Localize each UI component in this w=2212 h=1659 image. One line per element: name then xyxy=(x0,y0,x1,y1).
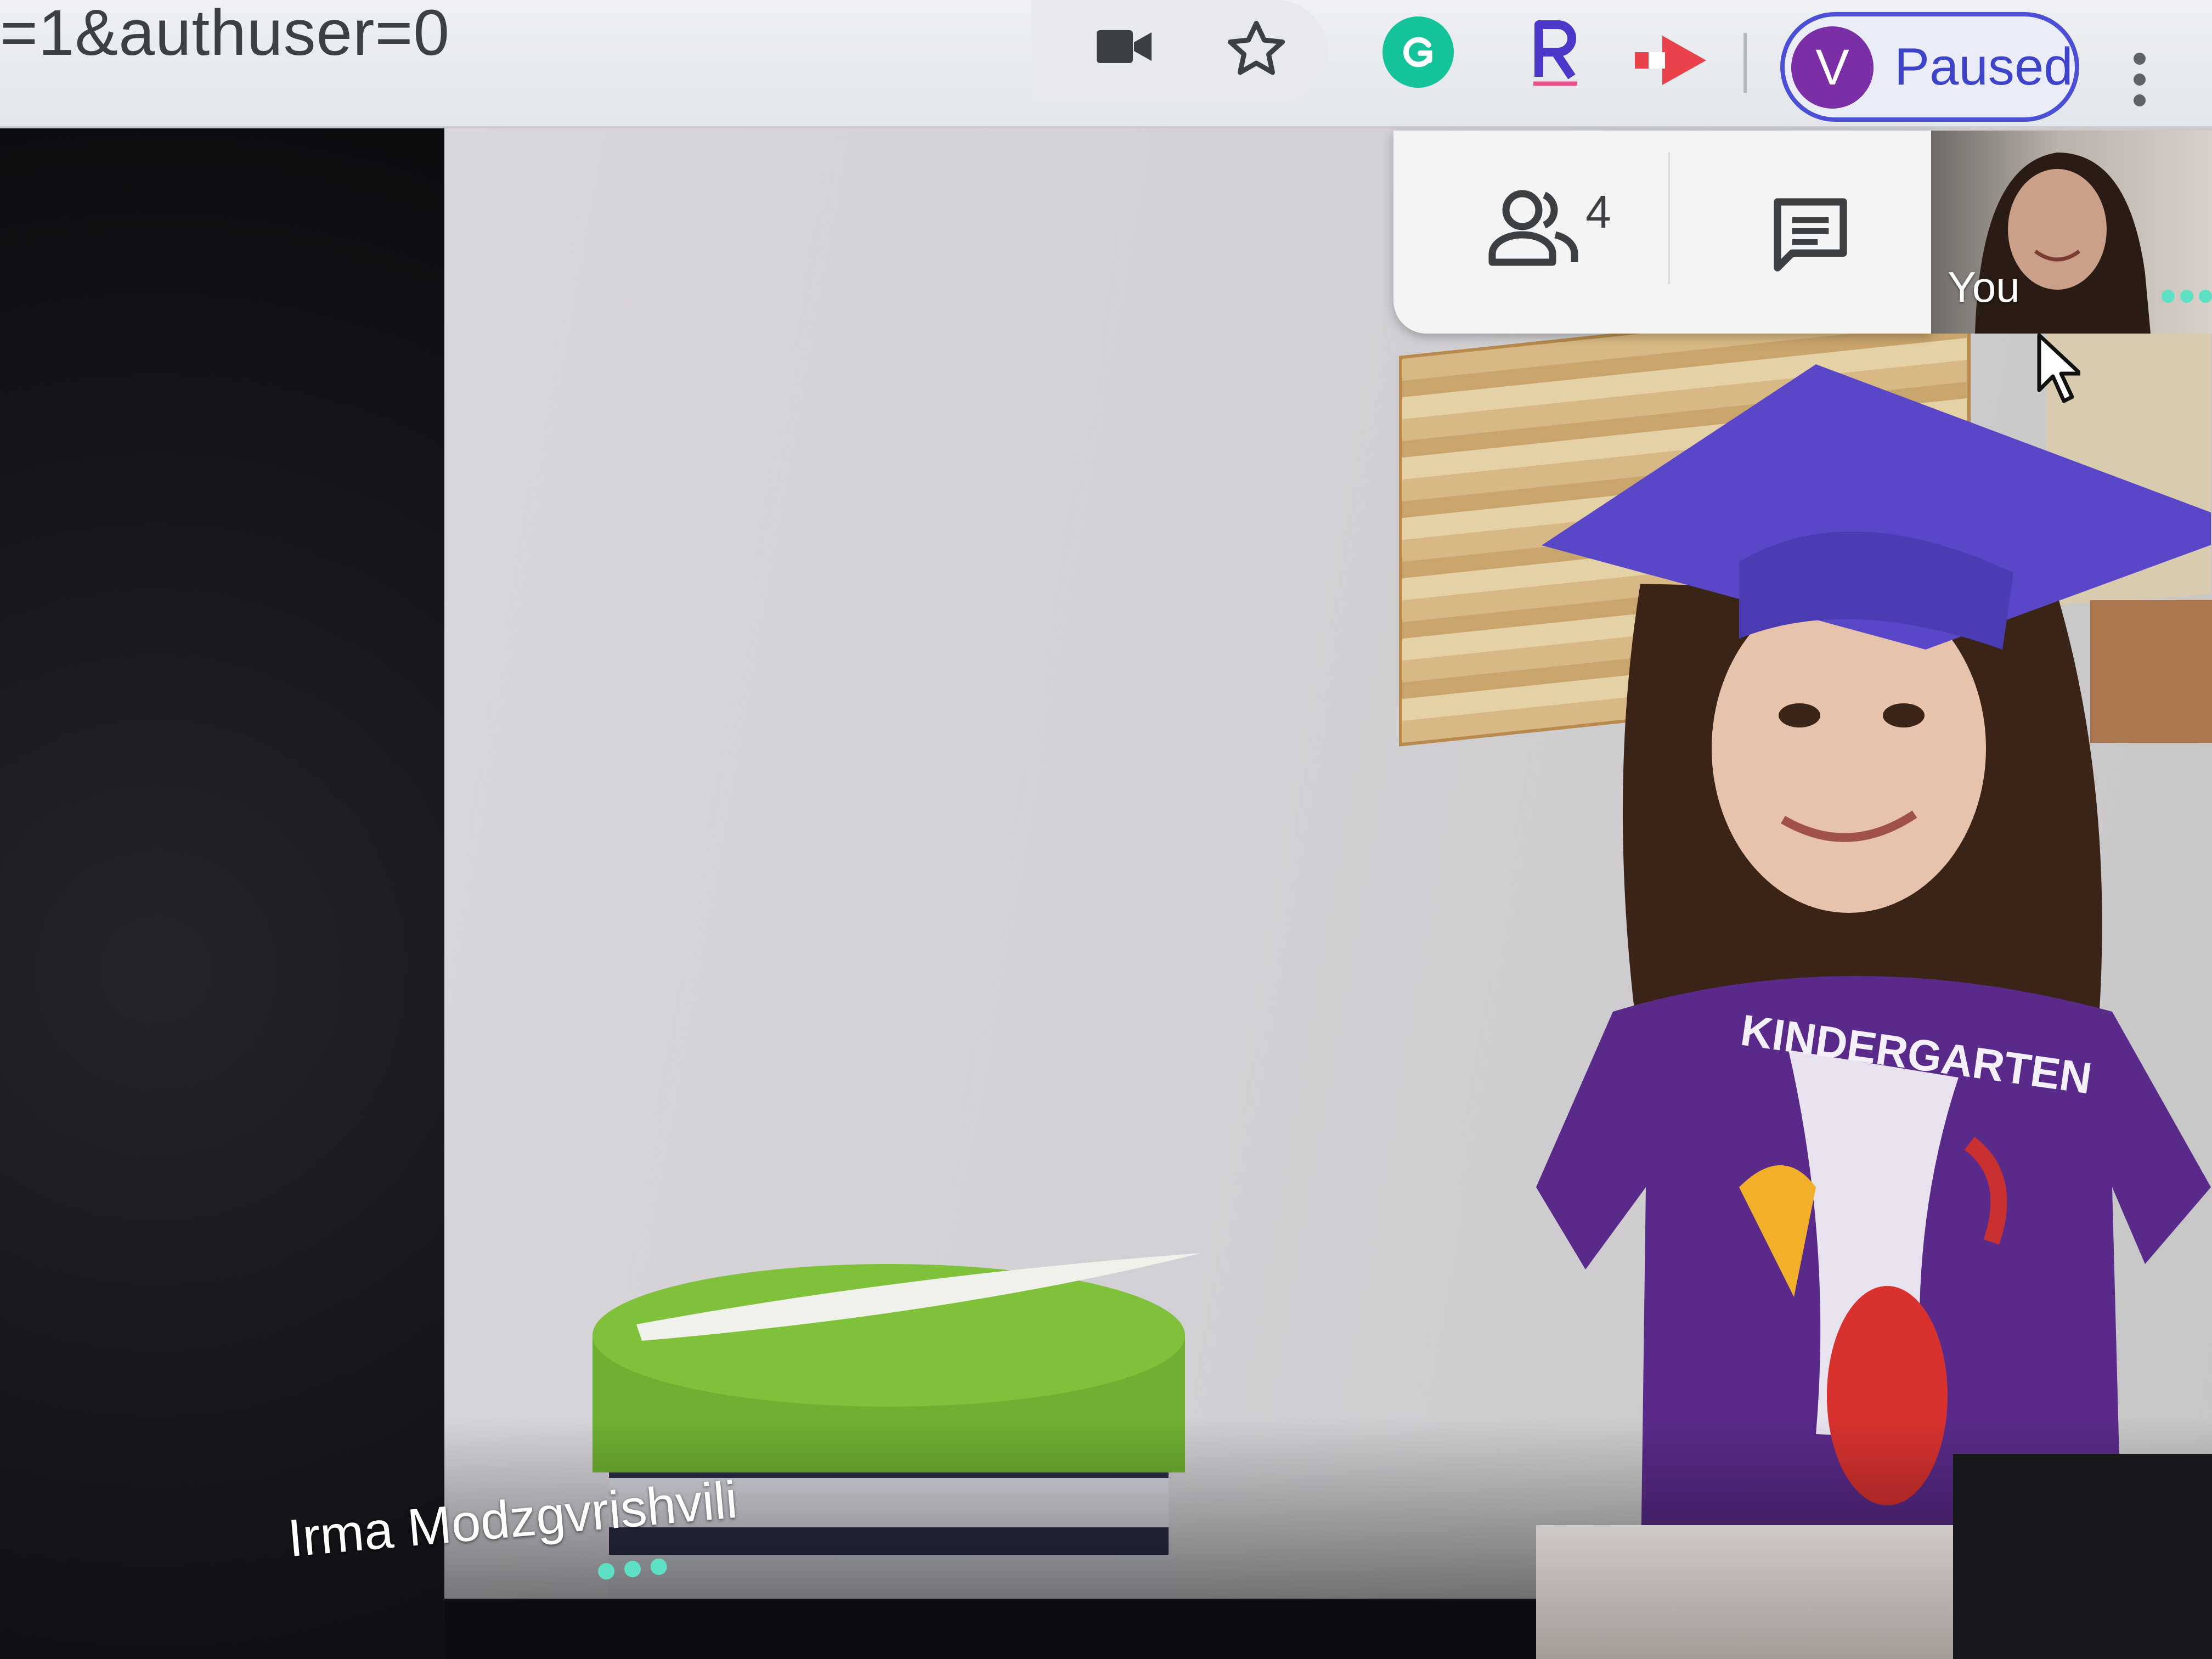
participant-tile-bottom[interactable] xyxy=(1536,1525,1953,1659)
speaking-indicator xyxy=(2162,290,2212,303)
share-icon[interactable] xyxy=(1624,22,1717,99)
chat-icon xyxy=(1774,198,1847,272)
speaking-dot xyxy=(597,1562,616,1581)
menu-dot xyxy=(2134,74,2146,86)
profile-button[interactable]: V Paused xyxy=(1780,12,2079,122)
chat-button[interactable] xyxy=(1767,191,1860,284)
address-bar-url[interactable]: =1&authuser=0 xyxy=(0,0,450,66)
camera-icon[interactable] xyxy=(1092,16,1158,77)
reader-icon[interactable] xyxy=(1514,11,1596,93)
controls-divider xyxy=(1668,153,1670,284)
people-count-badge: 4 xyxy=(1585,186,1611,238)
graduate-child: KINDERGARTEN xyxy=(1536,364,2211,1599)
people-button[interactable]: 4 xyxy=(1487,185,1613,290)
toolbar-separator xyxy=(1743,33,1747,93)
sync-status-label: Paused xyxy=(1894,37,2073,96)
mouse-cursor-icon xyxy=(2037,333,2080,403)
speaking-dot xyxy=(650,1558,668,1576)
speaking-dot xyxy=(2199,290,2212,303)
meeting-controls-card: 4 xyxy=(1393,131,1931,334)
browser-toolbar: =1&authuser=0 V Paused xyxy=(0,0,2212,128)
speaking-dot xyxy=(623,1560,642,1578)
self-view-label: You xyxy=(1948,263,2020,311)
menu-icon[interactable] xyxy=(2118,38,2162,121)
menu-dot xyxy=(2134,94,2146,106)
grammarly-icon[interactable] xyxy=(1383,16,1454,88)
self-view-tile[interactable]: You xyxy=(1931,131,2212,334)
main-video-tile[interactable]: KINDERGARTEN xyxy=(444,128,2212,1599)
menu-dot xyxy=(2134,53,2146,65)
left-participant-tile xyxy=(0,128,444,1659)
speaking-dot xyxy=(2162,290,2175,303)
star-icon[interactable] xyxy=(1218,11,1295,88)
avatar: V xyxy=(1791,26,1874,109)
speaking-dot xyxy=(2180,290,2193,303)
participant-tile-dark[interactable] xyxy=(1953,1454,2212,1659)
people-icon xyxy=(1488,190,1578,266)
